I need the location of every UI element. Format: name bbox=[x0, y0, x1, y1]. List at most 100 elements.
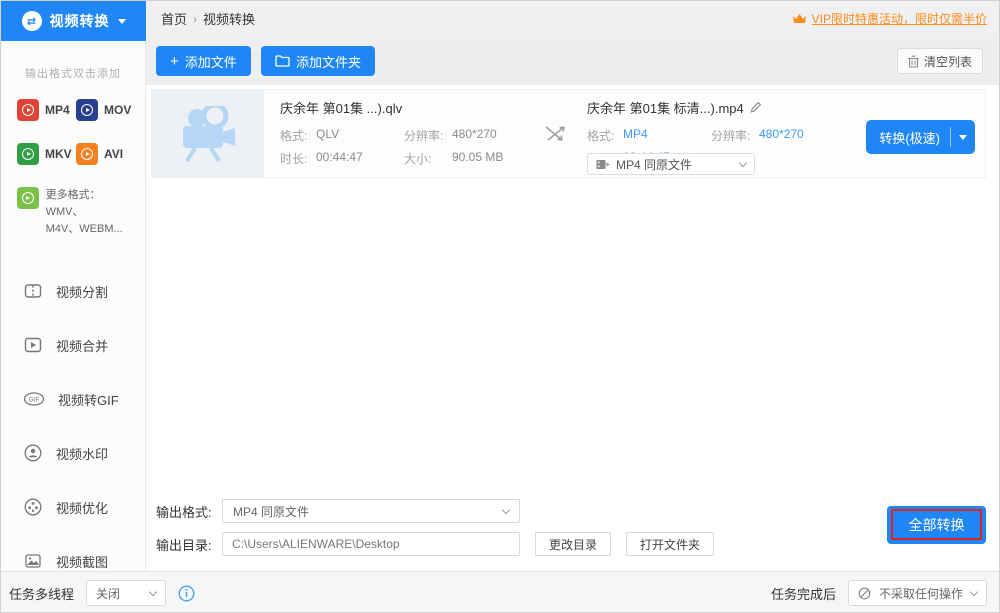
file-list-row[interactable]: 庆余年 第01集 ...).qlv 格式: QLV 分辨率: 480*270 时… bbox=[151, 89, 986, 178]
sidebar-item-video-optimize[interactable]: 视频优化 bbox=[1, 480, 145, 534]
breadcrumb-home[interactable]: 首页 bbox=[161, 9, 187, 28]
open-folder-button[interactable]: 打开文件夹 bbox=[626, 532, 714, 556]
source-file-title: 庆余年 第01集 ...).qlv bbox=[280, 98, 529, 117]
format-quick-grid: MP4 MOV MKV AVI bbox=[1, 81, 145, 165]
app-window: 首页 › 视频转换 VIP限时特惠活动，限时仅需半价 ⇄ 视频转换 输出格式双击… bbox=[0, 0, 1000, 613]
sidebar-header-title: 视频转换 bbox=[50, 11, 110, 31]
convert-direction bbox=[529, 90, 581, 177]
folder-icon bbox=[275, 55, 290, 67]
vip-crown-icon bbox=[792, 12, 807, 25]
output-file-title: 庆余年 第01集 标清...).mp4 bbox=[587, 98, 744, 117]
multithread-label: 任务多线程 bbox=[9, 584, 74, 603]
output-file-info: 庆余年 第01集 标清...).mp4 格式: MP4 分辨率: 480*270… bbox=[581, 90, 985, 177]
output-dir-value: C:\Users\ALIENWARE\Desktop bbox=[232, 537, 400, 551]
svg-text:GIF: GIF bbox=[29, 397, 40, 404]
split-icon bbox=[23, 281, 43, 301]
status-bar: 任务多线程 关闭 任务完成后 不采取任何操作 bbox=[1, 571, 1000, 613]
caret-down-icon bbox=[959, 135, 967, 140]
mkv-file-icon bbox=[17, 143, 39, 165]
sidebar-item-video-split[interactable]: 视频分割 bbox=[1, 264, 145, 318]
mov-file-icon bbox=[76, 99, 98, 121]
output-format-select[interactable]: MP4 同原文件 bbox=[222, 499, 520, 523]
convert-all-button[interactable]: 全部转换 bbox=[887, 506, 986, 544]
resolution-label: 分辨率: bbox=[404, 127, 452, 144]
plus-icon: + bbox=[170, 54, 179, 69]
add-folder-button[interactable]: 添加文件夹 bbox=[261, 46, 375, 76]
more-formats-file-icon bbox=[17, 187, 39, 209]
edit-pencil-icon[interactable] bbox=[750, 101, 762, 114]
chevron-down-icon bbox=[149, 587, 157, 595]
convert-arrows-icon: ⇄ bbox=[22, 11, 42, 31]
change-dir-button[interactable]: 更改目录 bbox=[535, 532, 611, 556]
format-label: 格式: bbox=[587, 127, 623, 144]
after-task-select[interactable]: 不采取任何操作 bbox=[848, 580, 987, 606]
row-output-profile-select[interactable]: MP4 同原文件 bbox=[587, 153, 755, 175]
size-label: 大小: bbox=[404, 150, 452, 167]
gif-icon: GIF bbox=[23, 389, 45, 409]
format-label: MP4 bbox=[45, 103, 70, 117]
source-resolution-value: 480*270 bbox=[452, 127, 529, 144]
output-format-label: 输出格式: bbox=[156, 502, 222, 521]
format-label: AVI bbox=[104, 147, 123, 161]
after-task-label: 任务完成后 bbox=[771, 584, 836, 603]
sidebar-item-video-screenshot[interactable]: 视频截图 bbox=[1, 534, 145, 571]
format-tile-mov[interactable]: MOV bbox=[76, 99, 135, 121]
format-tile-avi[interactable]: AVI bbox=[76, 143, 135, 165]
multithread-value: 关闭 bbox=[96, 585, 142, 602]
video-thumbnail bbox=[152, 90, 264, 177]
info-icon[interactable] bbox=[178, 585, 195, 602]
format-label: 格式: bbox=[280, 127, 316, 144]
chevron-down-icon bbox=[739, 158, 747, 166]
film-reel-icon bbox=[23, 497, 43, 517]
resolution-label: 分辨率: bbox=[711, 127, 759, 144]
watermark-icon bbox=[23, 443, 43, 463]
multithread-select[interactable]: 关闭 bbox=[86, 580, 166, 606]
source-size-value: 90.05 MB bbox=[452, 150, 529, 167]
format-hint-text: 输出格式双击添加 bbox=[1, 65, 145, 81]
duration-label: 时长: bbox=[280, 150, 316, 167]
format-tile-mp4[interactable]: MP4 bbox=[17, 99, 76, 121]
menu-label: 视频合并 bbox=[56, 336, 108, 355]
chevron-down-icon bbox=[118, 19, 126, 24]
convert-single-button[interactable]: 转换(极速) bbox=[866, 120, 975, 154]
add-file-label: 添加文件 bbox=[185, 52, 237, 71]
format-tile-mkv[interactable]: MKV bbox=[17, 143, 76, 165]
convert-options-caret[interactable] bbox=[951, 135, 975, 140]
breadcrumb-current: 视频转换 bbox=[203, 9, 255, 28]
chevron-down-icon bbox=[502, 505, 510, 513]
menu-label: 视频优化 bbox=[56, 498, 108, 517]
top-bar: 首页 › 视频转换 VIP限时特惠活动，限时仅需半价 bbox=[1, 1, 1000, 36]
vip-promo-link[interactable]: VIP限时特惠活动，限时仅需半价 bbox=[792, 10, 987, 27]
source-format-value: QLV bbox=[316, 127, 404, 144]
sidebar-menu: 视频分割 视频合并 GIF 视频转GIF bbox=[1, 264, 145, 571]
menu-label: 视频水印 bbox=[56, 444, 108, 463]
source-file-info: 庆余年 第01集 ...).qlv 格式: QLV 分辨率: 480*270 时… bbox=[264, 90, 529, 177]
add-file-button[interactable]: + 添加文件 bbox=[156, 46, 251, 76]
clear-list-button[interactable]: 清空列表 bbox=[897, 48, 983, 74]
after-task-value: 不采取任何操作 bbox=[879, 585, 963, 602]
no-action-icon bbox=[858, 587, 871, 600]
menu-label: 视频转GIF bbox=[58, 390, 119, 409]
breadcrumb-separator: › bbox=[193, 12, 197, 26]
convert-single-label: 转换(极速) bbox=[866, 128, 950, 147]
output-format-value: MP4 bbox=[623, 127, 711, 144]
sidebar-item-video-watermark[interactable]: 视频水印 bbox=[1, 426, 145, 480]
output-dir-input[interactable]: C:\Users\ALIENWARE\Desktop bbox=[222, 532, 520, 556]
convert-all-label: 全部转换 bbox=[909, 517, 965, 533]
sidebar-item-video-to-gif[interactable]: GIF 视频转GIF bbox=[1, 372, 145, 426]
swap-arrows-icon bbox=[544, 125, 566, 143]
change-dir-label: 更改目录 bbox=[549, 536, 597, 553]
menu-label: 视频分割 bbox=[56, 282, 108, 301]
menu-label: 视频截图 bbox=[56, 552, 108, 571]
film-icon bbox=[596, 159, 610, 170]
more-formats-text: 更多格式：WMV、 M4V、WEBM... bbox=[46, 187, 137, 238]
trash-icon bbox=[908, 55, 919, 68]
sidebar-header-video-convert[interactable]: ⇄ 视频转换 bbox=[1, 1, 146, 41]
more-formats-item[interactable]: 更多格式：WMV、 M4V、WEBM... bbox=[1, 165, 145, 238]
output-format-selected: MP4 同原文件 bbox=[233, 503, 309, 520]
sidebar: 输出格式双击添加 MP4 MOV MKV AVI 更多格式：WMV、 bbox=[1, 41, 146, 571]
output-dir-label: 输出目录: bbox=[156, 535, 222, 554]
vip-link-text: VIP限时特惠活动，限时仅需半价 bbox=[812, 10, 987, 27]
mp4-file-icon bbox=[17, 99, 39, 121]
sidebar-item-video-merge[interactable]: 视频合并 bbox=[1, 318, 145, 372]
